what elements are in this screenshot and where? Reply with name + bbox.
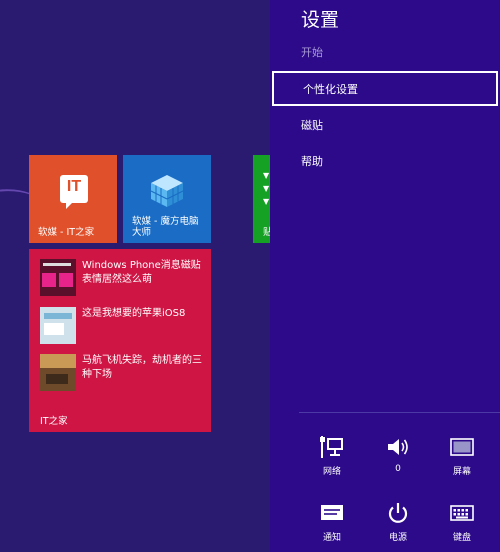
network-label: 网络 <box>322 467 341 477</box>
notifications-button[interactable]: 通知 <box>302 502 362 543</box>
speaker-icon <box>388 439 408 455</box>
tile-mofang-label: 软媒 - 魔方电脑大师 <box>132 216 199 238</box>
screen-button[interactable]: 屏幕 <box>432 436 492 477</box>
news-headline: Windows Phone消息磁贴表情居然这么萌 <box>82 260 201 285</box>
notification-icon <box>321 505 343 520</box>
tile-ithome-live[interactable]: Windows Phone消息磁贴表情居然这么萌 这是我想要的苹果iOS8 马航… <box>29 249 211 432</box>
power-button[interactable]: 电源 <box>368 502 428 543</box>
help-link[interactable]: 帮助 <box>272 145 498 180</box>
keyboard-icon <box>450 505 474 521</box>
tile-live-label: IT之家 <box>40 416 68 427</box>
keyboard-button[interactable]: 键盘 <box>432 502 492 543</box>
charm-subtitle: 开始 <box>301 46 323 59</box>
charm-title: 设置 <box>301 9 340 31</box>
settings-charm: 设置 开始 个性化设置 磁贴 帮助 网络 0 屏幕 通知 电源 键盘 <box>270 0 500 552</box>
notifications-label: 通知 <box>322 533 341 543</box>
screen-icon <box>450 438 474 456</box>
tile-mofang[interactable]: 软媒 - 魔方电脑大师 <box>123 155 211 243</box>
news-headline: 马航飞机失踪，劫机者的三种下场 <box>82 355 202 380</box>
network-button[interactable]: 网络 <box>302 436 362 477</box>
start-screen: IT 软媒 - IT之家 软媒 - 魔方电脑大师 ▼ ▼ ▼ 贴 Windows P… <box>0 0 270 552</box>
tile-ithome[interactable]: IT 软媒 - IT之家 <box>29 155 117 243</box>
divider <box>299 412 500 413</box>
news-thumbnail <box>40 259 76 296</box>
tiles-link[interactable]: 磁贴 <box>272 109 498 144</box>
news-thumbnail <box>40 307 76 344</box>
arrows-icon: ▼ ▼ ▼ <box>263 171 270 206</box>
cube-icon <box>150 175 184 207</box>
screen-label: 屏幕 <box>452 467 471 477</box>
tile-ithome-label: 软媒 - IT之家 <box>38 227 95 238</box>
keyboard-label: 键盘 <box>452 533 471 543</box>
network-icon <box>320 436 343 458</box>
tile-partial-green[interactable]: ▼ ▼ ▼ 贴 <box>253 155 270 243</box>
live-item: Windows Phone消息磁贴表情居然这么萌 <box>40 259 208 299</box>
live-item: 马航飞机失踪，劫机者的三种下场 <box>40 354 208 394</box>
ithome-logo-icon: IT <box>60 175 88 209</box>
tile-partial-label: 贴 <box>263 227 270 238</box>
news-thumbnail <box>40 354 76 391</box>
power-icon <box>388 503 408 523</box>
news-headline: 这是我想要的苹果iOS8 <box>82 308 186 319</box>
power-label: 电源 <box>388 533 407 543</box>
volume-label: 0 <box>395 464 401 474</box>
ithome-logo-text: IT <box>66 178 82 195</box>
volume-button[interactable]: 0 <box>368 436 428 474</box>
live-item: 这是我想要的苹果iOS8 <box>40 307 208 347</box>
personalize-link[interactable]: 个性化设置 <box>272 71 498 106</box>
